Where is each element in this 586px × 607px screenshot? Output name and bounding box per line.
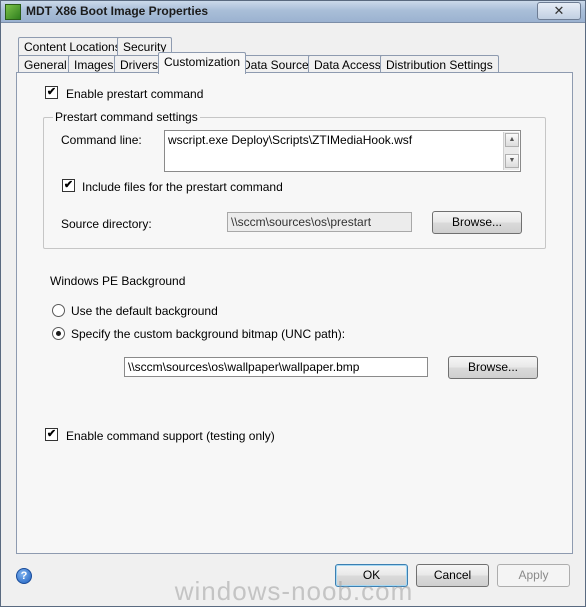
scroll-down-icon[interactable]: ▼ xyxy=(505,154,519,168)
background-path-input[interactable]: \\sccm\sources\os\wallpaper\wallpaper.bm… xyxy=(124,357,428,377)
tab-label: Customization xyxy=(164,55,241,69)
prestart-group-title: Prestart command settings xyxy=(53,110,200,124)
custom-background-label: Specify the custom background bitmap (UN… xyxy=(71,327,346,341)
include-files-checkbox[interactable]: ✔ xyxy=(62,179,75,192)
default-background-radio[interactable] xyxy=(52,304,65,317)
enable-command-support-checkbox[interactable]: ✔ xyxy=(45,428,58,441)
command-line-scrollbar[interactable]: ▲ ▼ xyxy=(503,132,519,170)
enable-prestart-label: Enable prestart command xyxy=(66,87,204,101)
source-directory-label: Source directory: xyxy=(61,217,152,231)
include-files-label: Include files for the prestart command xyxy=(82,180,283,194)
watermark: windows-noob.com xyxy=(174,576,414,606)
tab-label: Drivers xyxy=(120,58,158,72)
tab-label: General xyxy=(24,58,67,72)
custom-background-radio[interactable] xyxy=(52,327,65,340)
pe-background-title: Windows PE Background xyxy=(50,274,186,288)
tab-label: Images xyxy=(74,58,114,72)
tab-label: Content Locations xyxy=(24,40,121,54)
title-bar[interactable]: MDT X86 Boot Image Properties ✕ xyxy=(1,1,585,23)
scroll-up-icon[interactable]: ▲ xyxy=(505,133,519,147)
enable-prestart-checkbox[interactable]: ✔ xyxy=(45,86,58,99)
tab-customization[interactable]: Customization xyxy=(158,52,247,74)
boot-image-icon xyxy=(5,4,21,20)
source-directory-input[interactable]: \\sccm\sources\os\prestart xyxy=(227,212,412,232)
command-line-input[interactable]: wscript.exe Deploy\Scripts\ZTIMediaHook.… xyxy=(164,130,521,172)
background-browse-button[interactable]: Browse... xyxy=(448,356,538,379)
window-title: MDT X86 Boot Image Properties xyxy=(26,4,209,18)
tab-label: Data Access xyxy=(314,58,381,72)
command-line-label: Command line: xyxy=(61,133,142,147)
prestart-browse-button[interactable]: Browse... xyxy=(432,211,522,234)
default-background-label: Use the default background xyxy=(71,304,218,318)
tab-label: Data Source xyxy=(242,58,309,72)
tab-content-locations[interactable]: Content Locations xyxy=(18,37,127,56)
tab-label: Distribution Settings xyxy=(386,58,493,72)
properties-dialog: MDT X86 Boot Image Properties ✕ Content … xyxy=(0,0,586,607)
close-button[interactable]: ✕ xyxy=(537,2,581,20)
enable-command-support-label: Enable command support (testing only) xyxy=(66,429,275,443)
